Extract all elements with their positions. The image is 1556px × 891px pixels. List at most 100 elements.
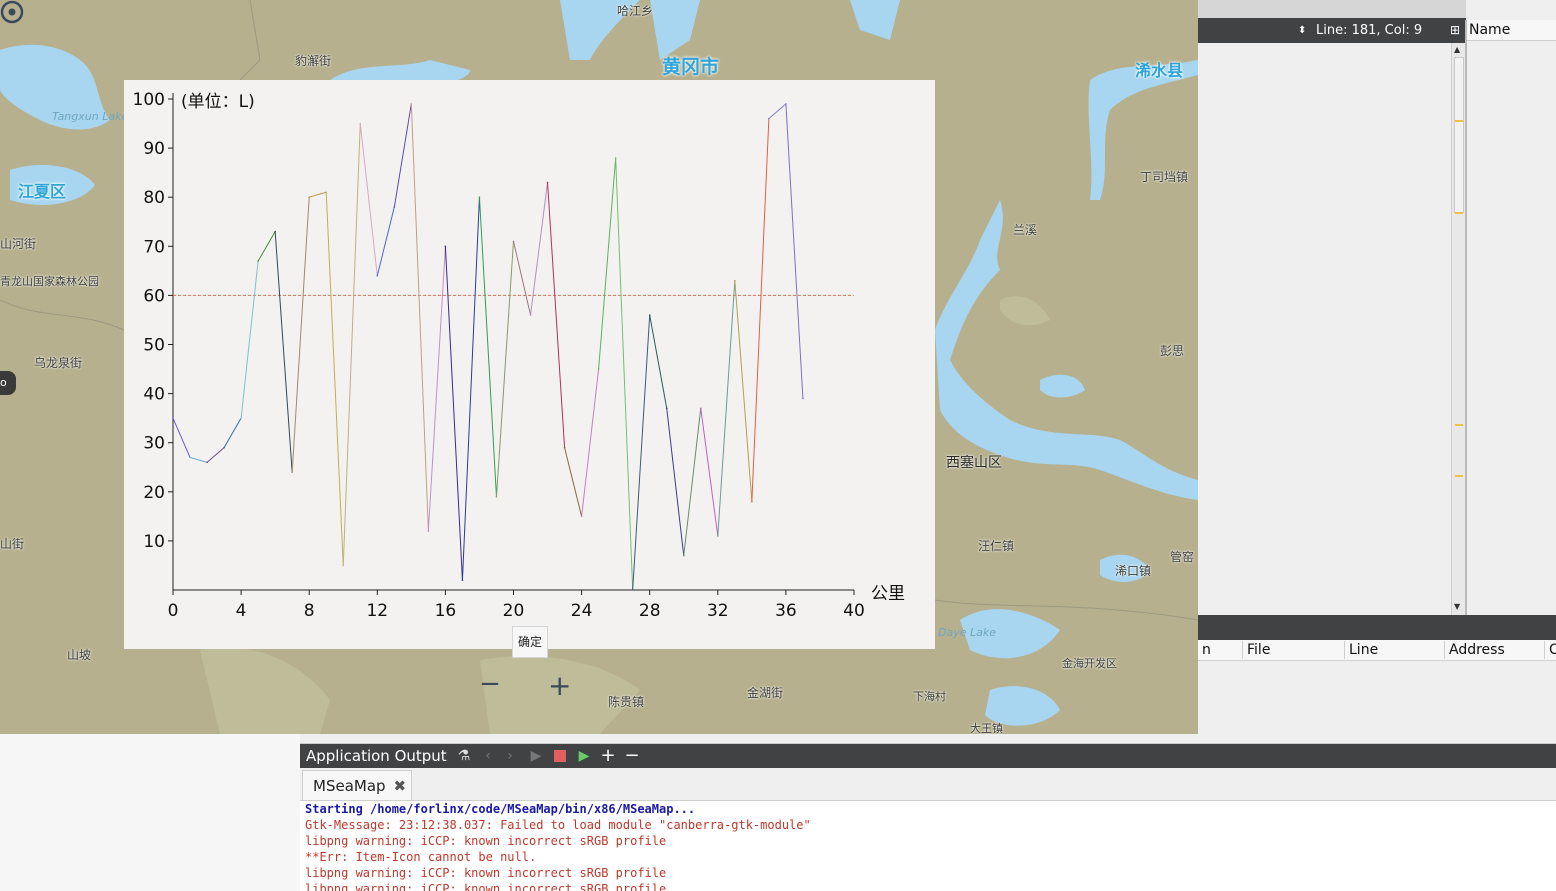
editor-area[interactable] [1198, 43, 1451, 615]
stack-table[interactable] [1198, 661, 1556, 734]
data-point [785, 103, 787, 105]
data-point [580, 515, 583, 518]
map-label: 金海开发区 [1062, 657, 1117, 670]
next-icon[interactable]: › [500, 744, 520, 768]
output-log[interactable]: Starting /home/forlinx/code/MSeaMap/bin/… [300, 801, 1556, 891]
tab-mseamap[interactable]: MSeaMap ✖ [302, 770, 412, 800]
data-point [461, 579, 464, 581]
map-label: 金湖街 [747, 686, 784, 700]
zoom-out-output-icon[interactable]: − [622, 744, 642, 768]
y-tick-label: 10 [143, 532, 165, 552]
map-label: Daye Lake [938, 626, 996, 639]
column-header[interactable]: Address [1444, 641, 1543, 659]
map-label: 江夏区 [18, 182, 67, 201]
column-header[interactable]: File [1242, 641, 1341, 659]
series-segment [461, 197, 480, 581]
locate-icon[interactable] [0, 0, 24, 24]
data-point [325, 191, 328, 194]
data-point [257, 260, 259, 262]
output-splitter[interactable] [300, 734, 1556, 744]
series-segment [172, 417, 191, 458]
map-label: 哈江乡 [617, 4, 654, 18]
data-point [648, 314, 651, 316]
split-icon[interactable]: ⊞ [1450, 18, 1460, 43]
cursor-position[interactable]: Line: 181, Col: 9 [1316, 18, 1422, 43]
clean-icon[interactable]: ⚗ [454, 744, 474, 768]
data-point [189, 456, 191, 459]
prev-icon[interactable]: ‹ [478, 744, 498, 768]
map-label: 浠水县 [1135, 61, 1184, 80]
map-label: 青龙山国家森林公园 [0, 275, 99, 288]
zoom-in-output-icon[interactable]: + [598, 744, 618, 768]
rerun-icon[interactable]: ▶ [574, 744, 594, 768]
confirm-button[interactable]: 确定 [512, 626, 548, 658]
data-point [631, 589, 634, 591]
series-segment [751, 118, 770, 502]
chart-axes [168, 93, 855, 595]
data-point [699, 407, 702, 410]
column-header[interactable]: C [1544, 641, 1556, 659]
scrollbar-thumb[interactable] [1454, 57, 1464, 213]
zoom-in-icon[interactable]: + [548, 672, 571, 700]
x-tick-label: 36 [775, 601, 797, 621]
data-point [206, 461, 208, 464]
zoom-out-icon[interactable]: − [478, 671, 502, 697]
series-segment [240, 260, 259, 419]
stop-icon[interactable] [550, 744, 570, 768]
editor-toolbar: ⬍ Line: 181, Col: 9 ⊞ [1198, 0, 1466, 43]
chart-labels: 0 4 8 12 16 20 24 28 32 36 40 10 20 30 40 50 60 70 80 90 100… [133, 90, 905, 621]
x-tick-label: 12 [366, 601, 388, 621]
data-point [614, 157, 617, 159]
y-axis-label: (单位：L) [181, 92, 255, 112]
map-label: 乌龙泉街 [34, 356, 83, 370]
x-tick-label: 20 [503, 601, 525, 621]
tab-label: MSeaMap [313, 777, 386, 795]
series-segment [564, 447, 583, 517]
data-point [802, 397, 804, 400]
map-label: 下海村 [913, 690, 946, 703]
data-point [393, 206, 396, 208]
column-header[interactable]: Line [1344, 641, 1443, 659]
name-column-header[interactable]: Name [1467, 20, 1556, 41]
x-tick-label: 40 [843, 601, 865, 621]
x-tick-label: 32 [707, 601, 729, 621]
output-toolbar: Application Output ⚗ ‹ › ▶ ▶ + − [300, 744, 1556, 768]
series-segment [223, 417, 242, 448]
log-line: libpng warning: iCCP: known incorrect sR… [305, 834, 667, 848]
map-label: 山街 [0, 537, 25, 551]
series-segment [785, 103, 804, 399]
side-handle[interactable]: o [0, 371, 16, 395]
x-tick-label: 4 [236, 601, 247, 621]
scroll-marker [1455, 212, 1463, 214]
stack-table-header: n File Line Address C [1198, 640, 1556, 661]
data-point [240, 417, 242, 419]
y-tick-label: 30 [143, 434, 165, 454]
output-tabs: MSeaMap ✖ [300, 768, 1556, 801]
map-label: 汪仁镇 [978, 539, 1015, 553]
column-header[interactable]: n [1198, 641, 1211, 659]
data-point [444, 245, 447, 248]
vertical-scrollbar[interactable]: ▲ ▼ [1451, 43, 1466, 615]
data-point [342, 564, 345, 567]
data-point [529, 314, 532, 316]
series-segment [495, 241, 514, 497]
data-point [172, 417, 174, 419]
close-icon[interactable]: ✖ [394, 777, 407, 795]
series-segment [581, 368, 600, 517]
updown-icon[interactable]: ⬍ [1298, 18, 1306, 43]
scroll-up-icon[interactable]: ▲ [1454, 45, 1460, 54]
series-segment [615, 157, 634, 591]
data-point [427, 530, 430, 532]
y-tick-label: 100 [133, 90, 165, 110]
output-title: Application Output [306, 747, 447, 765]
series-segment [206, 447, 225, 463]
series-segment [257, 231, 276, 262]
data-point [495, 495, 498, 498]
scroll-down-icon[interactable]: ▼ [1454, 602, 1460, 611]
run-icon[interactable]: ▶ [526, 744, 546, 768]
data-point [546, 181, 549, 184]
series-segment [547, 182, 566, 448]
y-tick-label: 70 [143, 237, 165, 257]
data-point [274, 230, 276, 233]
series-segment [359, 123, 378, 276]
